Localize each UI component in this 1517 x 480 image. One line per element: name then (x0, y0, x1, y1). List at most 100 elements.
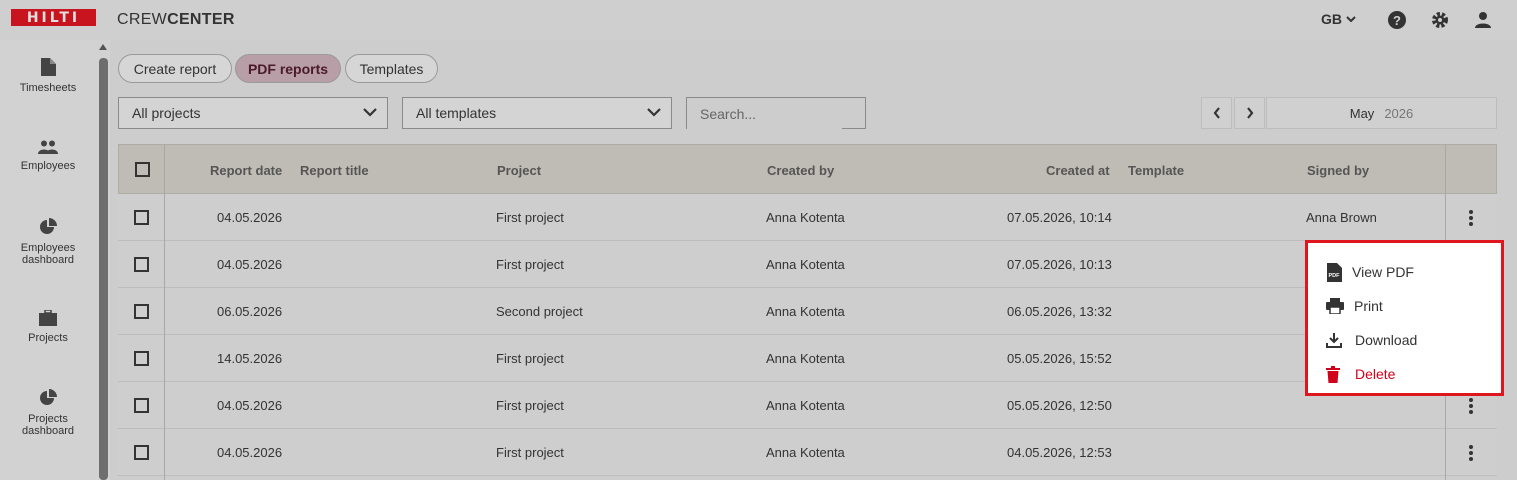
chevron-down-icon (1346, 15, 1356, 22)
templates-dropdown-value: All templates (416, 105, 497, 121)
sidebar-item-label: Employees dashboard (20, 242, 76, 266)
printer-icon (1326, 298, 1344, 314)
table-row[interactable]: 04.05.2026 First project Anna Kotenta 05… (118, 382, 1497, 429)
help-icon[interactable]: ? (1387, 10, 1407, 30)
hilti-logo[interactable]: HILTI (11, 9, 96, 26)
trash-icon (1326, 365, 1340, 383)
project-cell: First project (496, 398, 564, 413)
language-selector[interactable]: GB (1321, 11, 1356, 27)
reports-table: Report date Report title Project Created… (118, 144, 1497, 480)
column-header-report-title[interactable]: Report title (300, 163, 369, 178)
created-at-cell: 07.05.2026, 10:13 (1007, 257, 1112, 272)
chevron-right-icon (1246, 107, 1253, 119)
menu-item-download[interactable]: Download (1308, 323, 1501, 357)
menu-item-delete[interactable]: Delete (1308, 357, 1501, 391)
column-header-created-at[interactable]: Created at (1046, 163, 1110, 178)
created-by-cell: Anna Kotenta (766, 304, 845, 319)
menu-item-print[interactable]: Print (1308, 289, 1501, 323)
sidebar-item-label: Projects dashboard (22, 413, 74, 437)
report-date-cell: 04.05.2026 (217, 398, 283, 413)
row-checkbox[interactable] (134, 445, 149, 460)
app-name-bold: CENTER (167, 11, 235, 28)
created-at-cell: 05.05.2026, 12:50 (1007, 398, 1112, 413)
created-at-cell: 05.05.2026, 15:52 (1007, 351, 1112, 366)
projects-dropdown[interactable]: All projects (118, 97, 388, 129)
sidebar-item-label: Timesheets (19, 82, 77, 94)
scroll-up-arrow[interactable] (99, 44, 107, 50)
created-by-cell: Anna Kotenta (766, 398, 845, 413)
chevron-down-icon (363, 108, 377, 117)
column-header-template[interactable]: Template (1128, 163, 1184, 178)
table-row[interactable]: 14.05.2026 First project Anna Kotenta 05… (118, 335, 1497, 382)
row-actions-icon[interactable] (1468, 445, 1474, 461)
logo-text: HILTI (26, 9, 81, 26)
table-row[interactable]: 04.05.2026 First project Anna Kotenta 07… (118, 194, 1497, 241)
month-picker[interactable]: May 2026 (1266, 97, 1497, 129)
row-checkbox[interactable] (134, 398, 149, 413)
tab-pdf-reports[interactable]: PDF reports (235, 54, 341, 83)
column-header-created-by[interactable]: Created by (767, 163, 834, 178)
gear-icon[interactable] (1430, 10, 1450, 30)
created-by-cell: Anna Kotenta (766, 210, 845, 225)
app-name: CREWCENTER (117, 11, 235, 29)
created-by-cell: Anna Kotenta (766, 257, 845, 272)
menu-item-label: View PDF (1352, 264, 1414, 280)
column-header-signed-by[interactable]: Signed by (1307, 163, 1369, 178)
project-cell: First project (496, 351, 564, 366)
signed-by-cell: Anna Brown (1306, 210, 1377, 225)
row-actions-icon[interactable] (1468, 210, 1474, 226)
app-name-light: CREW (117, 11, 168, 28)
search-input[interactable] (686, 97, 866, 129)
row-actions-icon[interactable] (1468, 398, 1474, 414)
menu-item-label: Print (1354, 298, 1383, 314)
user-icon[interactable] (1473, 10, 1493, 30)
download-icon (1326, 333, 1342, 348)
tab-templates[interactable]: Templates (345, 54, 438, 83)
created-by-cell: Anna Kotenta (766, 445, 845, 460)
previous-month-button[interactable] (1201, 97, 1232, 129)
sidebar-scrollbar[interactable] (99, 58, 108, 480)
row-checkbox[interactable] (134, 210, 149, 225)
project-cell: First project (496, 210, 564, 225)
language-label: GB (1321, 11, 1342, 27)
select-all-checkbox[interactable] (135, 162, 150, 177)
projects-dropdown-value: All projects (132, 105, 201, 121)
briefcase-icon (39, 310, 57, 326)
column-header-report-date[interactable]: Report date (210, 163, 282, 178)
row-checkbox[interactable] (134, 351, 149, 366)
project-cell: Second project (496, 304, 583, 319)
menu-item-view-pdf[interactable]: PDF View PDF (1308, 255, 1501, 289)
table-row[interactable]: 04.05.2026 First project Anna Kotenta 04… (118, 429, 1497, 476)
search-underline (842, 128, 866, 129)
sidebar-item-projects-dashboard[interactable]: Projects dashboard (0, 389, 96, 437)
report-date-cell: 04.05.2026 (217, 257, 283, 272)
menu-item-label: Download (1355, 332, 1418, 348)
sidebar-item-projects[interactable]: Projects (0, 310, 96, 344)
tab-label: Templates (359, 60, 424, 77)
row-checkbox[interactable] (134, 304, 149, 319)
row-checkbox[interactable] (134, 257, 149, 272)
tab-create-report[interactable]: Create report (118, 54, 232, 83)
year-label: 2026 (1384, 105, 1414, 121)
sidebar-item-label: Employees (20, 160, 76, 172)
tab-label: Create report (133, 60, 217, 77)
svg-text:PDF: PDF (1329, 273, 1341, 279)
table-header: Report date Report title Project Created… (118, 144, 1497, 194)
report-date-cell: 14.05.2026 (217, 351, 283, 366)
table-row[interactable]: 06.05.2026 Second project Anna Kotenta 0… (118, 288, 1497, 335)
sidebar-item-label: Projects (28, 332, 68, 344)
column-divider (164, 144, 165, 480)
templates-dropdown[interactable]: All templates (402, 97, 672, 129)
chevron-left-icon (1213, 107, 1220, 119)
sidebar-item-employees-dashboard[interactable]: Employees dashboard (0, 218, 96, 266)
created-at-cell: 06.05.2026, 13:32 (1007, 304, 1112, 319)
sidebar-item-employees[interactable]: Employees (0, 140, 96, 172)
next-month-button[interactable] (1234, 97, 1265, 129)
column-header-project[interactable]: Project (497, 163, 541, 178)
table-row[interactable]: 04.05.2026 First project Anna Kotenta 07… (118, 241, 1497, 288)
menu-item-label: Delete (1355, 366, 1396, 382)
pdf-icon: PDF (1327, 262, 1342, 282)
sidebar-item-timesheets[interactable]: Timesheets (0, 58, 96, 94)
created-at-cell: 07.05.2026, 10:14 (1007, 210, 1112, 225)
chevron-down-icon (647, 108, 661, 117)
